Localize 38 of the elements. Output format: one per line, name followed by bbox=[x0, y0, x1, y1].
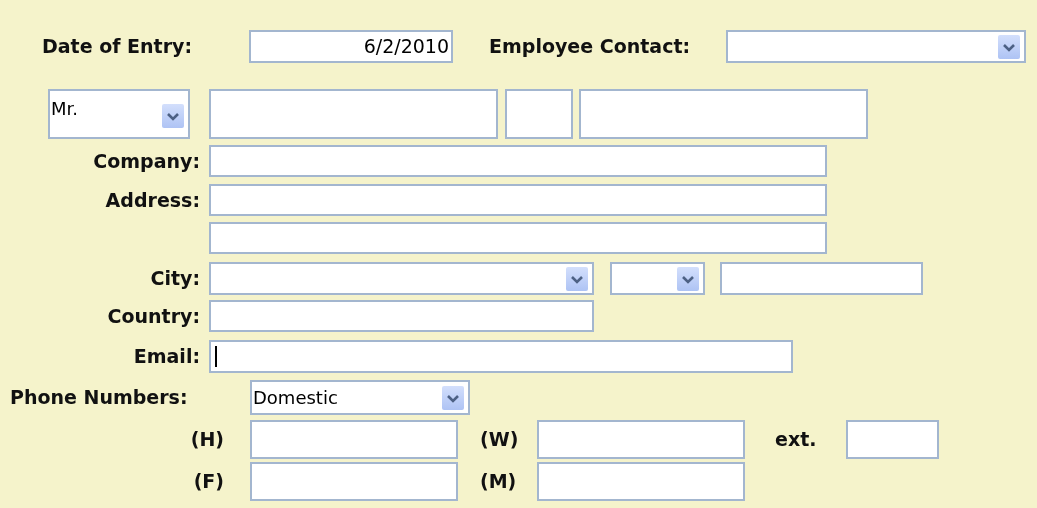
dropdown[interactable]: Domestic bbox=[250, 380, 470, 415]
chevron-down-icon bbox=[998, 34, 1020, 59]
input-field[interactable]: 6/2/2010 bbox=[249, 30, 453, 63]
dropdown[interactable] bbox=[610, 262, 705, 295]
dropdown[interactable] bbox=[209, 262, 594, 295]
input-field[interactable] bbox=[846, 420, 939, 459]
input-field[interactable] bbox=[579, 89, 868, 139]
input-field[interactable] bbox=[209, 89, 498, 139]
input-field[interactable] bbox=[537, 462, 745, 501]
input-field[interactable] bbox=[209, 145, 827, 177]
dropdown[interactable] bbox=[726, 30, 1026, 63]
input-field[interactable] bbox=[537, 420, 745, 459]
input-field[interactable] bbox=[250, 420, 458, 459]
chevron-down-icon bbox=[442, 385, 464, 410]
input-field[interactable] bbox=[250, 462, 458, 501]
chevron-down-icon bbox=[566, 266, 588, 291]
input-field[interactable] bbox=[209, 222, 827, 254]
input-field[interactable] bbox=[720, 262, 923, 295]
field-label: (H) bbox=[190, 427, 224, 453]
input-field[interactable] bbox=[209, 300, 594, 332]
field-label: City: bbox=[150, 266, 200, 292]
chevron-down-icon bbox=[162, 104, 184, 128]
input-field[interactable] bbox=[209, 184, 827, 216]
field-label: Email: bbox=[133, 344, 200, 370]
input-field[interactable] bbox=[209, 340, 793, 373]
field-label: Employee Contact: bbox=[489, 34, 692, 60]
dropdown[interactable]: Mr. bbox=[48, 89, 190, 139]
field-label: Phone Numbers: bbox=[10, 385, 189, 411]
field-label: Address: bbox=[105, 187, 200, 213]
field-label: ext. bbox=[775, 427, 817, 453]
field-label: (W) bbox=[480, 427, 519, 453]
field-label: Company: bbox=[93, 148, 200, 174]
input-field[interactable] bbox=[505, 89, 573, 139]
field-label: (F) bbox=[193, 469, 224, 495]
chevron-down-icon bbox=[677, 266, 699, 291]
field-label: Date of Entry: bbox=[42, 34, 194, 60]
field-label: (M) bbox=[480, 469, 517, 495]
field-label: Country: bbox=[107, 303, 200, 329]
